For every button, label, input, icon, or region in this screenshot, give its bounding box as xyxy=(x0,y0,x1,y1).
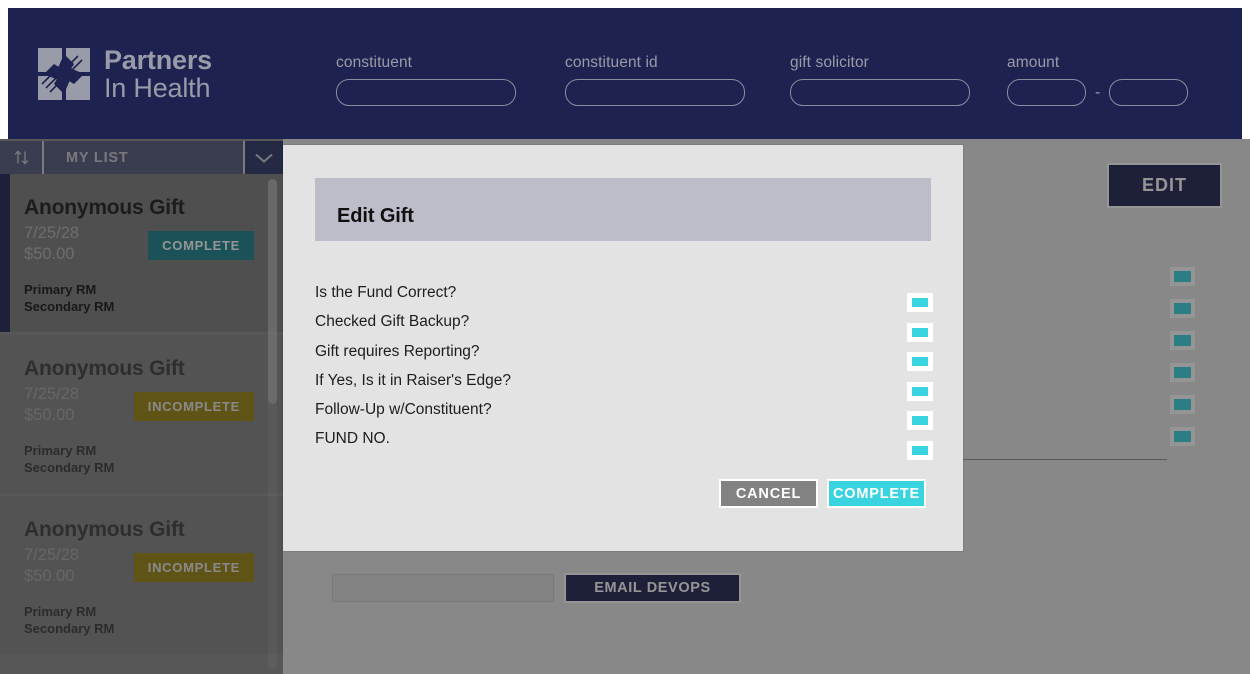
question-row: Is the Fund Correct? xyxy=(315,283,931,312)
amount-max-input[interactable] xyxy=(1109,79,1189,106)
question-checkbox[interactable] xyxy=(907,381,933,401)
search-group-constituent-id: constituent id xyxy=(565,54,745,106)
constituent-input[interactable] xyxy=(336,79,516,106)
app-header: Partners In Health constituent constitue… xyxy=(0,0,1250,139)
modal-question-list: Is the Fund Correct? Checked Gift Backup… xyxy=(315,283,931,459)
modal-titlebar: Edit Gift xyxy=(315,178,931,241)
modal-title: Edit Gift xyxy=(337,205,414,227)
brand-line-1: Partners xyxy=(104,45,212,75)
question-row: If Yes, Is it in Raiser's Edge? xyxy=(315,371,931,400)
search-group-constituent: constituent xyxy=(336,54,516,106)
question-checkbox[interactable] xyxy=(907,440,933,460)
question-label: Gift requires Reporting? xyxy=(315,342,480,360)
question-label: Checked Gift Backup? xyxy=(315,313,470,331)
gift-solicitor-input[interactable] xyxy=(790,79,970,106)
brand-wordmark: Partners In Health xyxy=(104,46,212,103)
question-checkbox[interactable] xyxy=(907,352,933,371)
constituent-label: constituent xyxy=(336,54,413,71)
cancel-button[interactable]: CANCEL xyxy=(719,479,818,508)
question-row: Follow-Up w/Constituent? xyxy=(315,400,931,429)
search-group-amount: amount - xyxy=(1007,54,1189,106)
question-row: Gift requires Reporting? xyxy=(315,342,931,371)
constituent-id-label: constituent id xyxy=(565,54,658,71)
amount-range-row: - xyxy=(1007,79,1189,106)
question-row: FUND NO. xyxy=(315,429,931,458)
amount-range-separator: - xyxy=(1095,84,1101,101)
question-checkbox[interactable] xyxy=(907,293,933,312)
constituent-id-input[interactable] xyxy=(565,79,745,106)
gift-solicitor-label: gift solicitor xyxy=(790,54,869,71)
modal-overlay[interactable]: Edit Gift Is the Fund Correct? Checked G… xyxy=(0,139,1250,674)
edit-gift-modal: Edit Gift Is the Fund Correct? Checked G… xyxy=(283,145,963,551)
brand-line-2: In Health xyxy=(104,73,211,104)
amount-min-input[interactable] xyxy=(1007,79,1086,106)
pih-logo-icon xyxy=(38,48,90,101)
app-root: Partners In Health constituent constitue… xyxy=(0,0,1250,674)
question-label: Is the Fund Correct? xyxy=(315,284,457,301)
question-checkbox[interactable] xyxy=(907,411,933,430)
question-label: FUND NO. xyxy=(315,430,390,448)
search-group-gift-solicitor: gift solicitor xyxy=(790,54,970,106)
question-row: Checked Gift Backup? xyxy=(315,312,931,341)
brand-logo: Partners In Health xyxy=(38,46,212,103)
complete-button[interactable]: COMPLETE xyxy=(827,479,926,508)
question-checkbox[interactable] xyxy=(907,322,933,342)
question-label: Follow-Up w/Constituent? xyxy=(315,401,492,419)
modal-checkbox-column xyxy=(907,293,933,460)
amount-label: amount xyxy=(1007,54,1060,71)
question-label: If Yes, Is it in Raiser's Edge? xyxy=(315,371,511,389)
modal-actions: CANCEL COMPLETE xyxy=(719,479,926,508)
